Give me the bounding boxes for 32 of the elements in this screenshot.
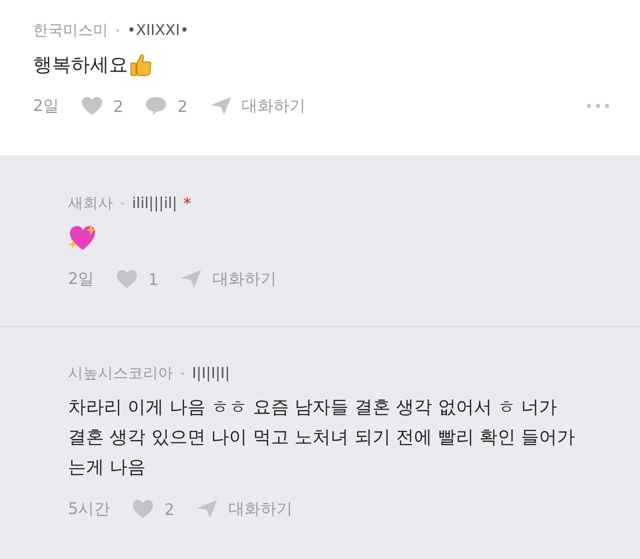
time-label: 2일 <box>68 268 94 290</box>
asterisk-label: * <box>183 194 192 212</box>
separator-dot <box>181 372 184 374</box>
more-icon[interactable] <box>586 103 610 109</box>
sparkling-heart-icon <box>68 224 98 252</box>
heart-icon[interactable] <box>81 96 104 116</box>
like-count: 1 <box>148 270 158 288</box>
author-name[interactable]: 시높시스코리아 <box>68 364 173 382</box>
heart-icon[interactable] <box>132 499 154 519</box>
like-count: 2 <box>164 500 174 518</box>
heart-icon[interactable] <box>116 269 138 289</box>
author-name[interactable]: 한국미스미 <box>33 20 108 40</box>
comment-text: 행복하세요 <box>33 53 128 78</box>
nickname[interactable]: ilil|||il| <box>132 194 178 212</box>
reply-count: 2 <box>177 96 188 116</box>
author-name[interactable]: 새회사 <box>68 194 113 212</box>
thumbs-up-icon <box>130 53 152 77</box>
nickname[interactable]: I|I|I|I| <box>192 364 230 382</box>
time-label: 2일 <box>33 96 60 116</box>
separator-dot <box>116 28 119 32</box>
speech-bubble-icon[interactable] <box>145 96 168 116</box>
chat-link[interactable]: 대화하기 <box>212 268 276 290</box>
comment-text: 차라리 이게 나음 ㅎㅎ 요즘 남자들 결혼 생각 없어서 ㅎ 너가 결혼 생각 있으면 나이 먹고 노처녀 되기 전에 빨리 확인 들어가는게 나음 <box>68 396 576 480</box>
separator-dot <box>121 202 124 204</box>
paper-plane-icon[interactable] <box>180 269 202 289</box>
paper-plane-icon[interactable] <box>210 96 232 116</box>
chat-link[interactable]: 대화하기 <box>228 498 292 520</box>
paper-plane-icon[interactable] <box>196 499 218 519</box>
chat-link[interactable]: 대화하기 <box>242 96 306 116</box>
time-label: 5시간 <box>68 498 110 520</box>
like-count: 2 <box>113 96 124 116</box>
nickname[interactable]: •XIIXXI• <box>127 21 189 39</box>
